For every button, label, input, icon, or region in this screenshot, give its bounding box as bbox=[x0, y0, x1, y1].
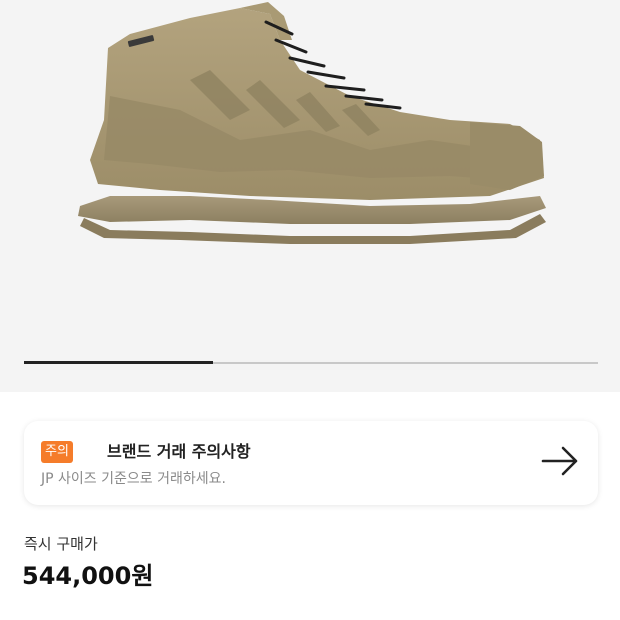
instant-buy-price-label: 즉시 구매가 bbox=[24, 535, 98, 553]
notice-subtitle: JP 사이즈 기준으로 거래하세요. bbox=[41, 471, 226, 487]
notice-title: 브랜드 거래 주의사항 bbox=[107, 442, 251, 461]
gallery-progress-fill bbox=[24, 361, 214, 364]
gallery-progress-bar bbox=[24, 361, 598, 364]
arrow-right-icon[interactable] bbox=[540, 446, 580, 476]
instant-buy-price-value: 544,000원 bbox=[22, 562, 154, 590]
brand-notice-card[interactable]: 주의 브랜드 거래 주의사항 JP 사이즈 기준으로 거래하세요. bbox=[24, 421, 598, 505]
product-image-gallery[interactable] bbox=[0, 0, 620, 392]
warning-badge: 주의 bbox=[41, 441, 73, 463]
hiking-boot-image bbox=[78, 2, 546, 244]
